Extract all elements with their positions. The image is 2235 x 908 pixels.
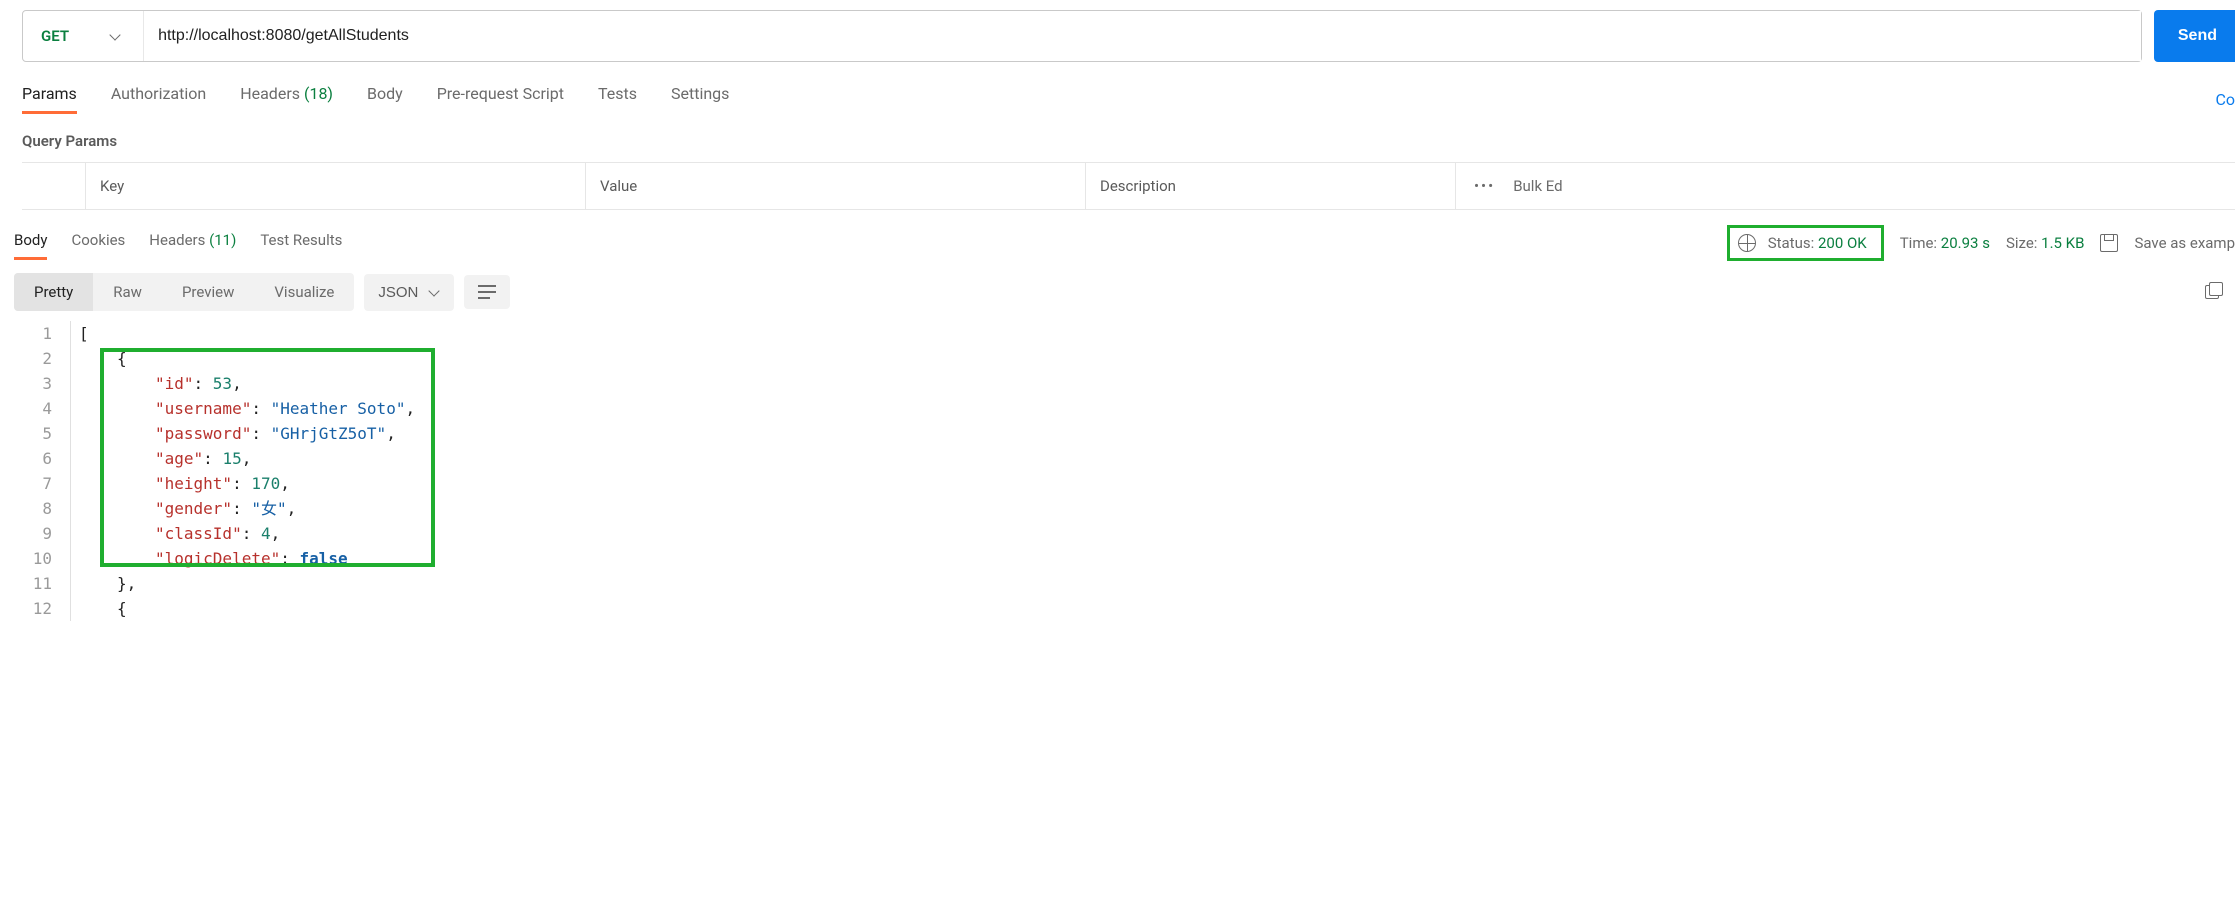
line-number: 10: [14, 546, 70, 571]
tab-params[interactable]: Params: [22, 84, 77, 114]
code-line: 7"height": 170,: [14, 471, 2235, 496]
code-line: 9"classId": 4,: [14, 521, 2235, 546]
line-number: 8: [14, 496, 70, 521]
body-view-controls: Pretty Raw Preview Visualize JSON: [0, 261, 2235, 321]
response-meta: Status: 200 OK Time: 20.93 s Size: 1.5 K…: [1727, 225, 2235, 261]
size-text: Size: 1.5 KB: [2006, 234, 2085, 252]
response-tab-headers[interactable]: Headers (11): [149, 227, 236, 260]
size-value: 1.5 KB: [2041, 234, 2084, 252]
code-line: 4"username": "Heather Soto",: [14, 396, 2235, 421]
view-tab-raw[interactable]: Raw: [93, 273, 162, 311]
tab-headers-count: (18): [304, 84, 333, 103]
send-button[interactable]: Send: [2154, 10, 2235, 62]
line-number: 11: [14, 571, 70, 596]
tab-settings[interactable]: Settings: [671, 84, 729, 114]
wrap-lines-button[interactable]: [464, 275, 510, 309]
query-params-table: Key Value Description ••• Bulk Ed: [22, 162, 2235, 210]
response-tab-testresults[interactable]: Test Results: [260, 227, 342, 260]
more-icon[interactable]: •••: [1474, 177, 1495, 195]
code-line: 12{: [14, 596, 2235, 621]
query-params-check-col: [22, 163, 86, 209]
view-tab-preview[interactable]: Preview: [162, 273, 254, 311]
code-line: 8"gender": "女",: [14, 496, 2235, 521]
line-number: 6: [14, 446, 70, 471]
line-number: 12: [14, 596, 70, 621]
code-content: "gender": "女",: [70, 496, 296, 521]
code-line: 6"age": 15,: [14, 446, 2235, 471]
status-label: Status:: [1768, 234, 1815, 252]
format-label: JSON: [378, 284, 418, 301]
time-text: Time: 20.93 s: [1900, 234, 1990, 252]
url-input[interactable]: [144, 11, 2141, 61]
url-container: GET: [22, 10, 2142, 62]
body-view-tabs: Pretty Raw Preview Visualize: [14, 273, 354, 311]
time-label: Time:: [1900, 234, 1937, 252]
code-content: "height": 170,: [70, 471, 290, 496]
code-line: 2{: [14, 346, 2235, 371]
line-number: 1: [14, 321, 70, 346]
save-icon[interactable]: [2100, 234, 2118, 252]
code-line: 10"logicDelete": false: [14, 546, 2235, 571]
view-tab-visualize[interactable]: Visualize: [254, 273, 354, 311]
tab-headers[interactable]: Headers (18): [240, 84, 333, 114]
query-params-description-header: Description: [1086, 163, 1456, 209]
tab-body[interactable]: Body: [367, 84, 403, 114]
response-tab-headers-count: (11): [209, 231, 236, 249]
format-dropdown[interactable]: JSON: [364, 274, 454, 311]
status-text: Status: 200 OK: [1768, 234, 1867, 252]
code-line: 1[: [14, 321, 2235, 346]
request-bar: GET Send: [0, 10, 2235, 62]
method-dropdown[interactable]: GET: [23, 11, 144, 61]
code-content: [: [70, 321, 89, 346]
size-label: Size:: [2006, 234, 2037, 252]
code-content: "age": 15,: [70, 446, 251, 471]
line-number: 7: [14, 471, 70, 496]
tab-tests[interactable]: Tests: [598, 84, 637, 114]
method-label: GET: [41, 27, 69, 45]
code-content: },: [70, 571, 136, 596]
line-number: 4: [14, 396, 70, 421]
response-tabs: Body Cookies Headers (11) Test Results: [14, 227, 342, 260]
right-action-link[interactable]: Co: [2215, 90, 2235, 109]
globe-icon[interactable]: [1738, 234, 1756, 252]
response-body-code[interactable]: 1[2{3"id": 53,4"username": "Heather Soto…: [0, 321, 2235, 621]
code-content: {: [70, 596, 127, 621]
response-tab-headers-label: Headers: [149, 231, 205, 249]
line-number: 3: [14, 371, 70, 396]
view-tab-pretty[interactable]: Pretty: [14, 273, 93, 311]
status-value: 200 OK: [1818, 234, 1867, 252]
chevron-down-icon: [428, 286, 440, 298]
code-content: "logicDelete": false: [70, 546, 348, 571]
line-number: 5: [14, 421, 70, 446]
line-number: 9: [14, 521, 70, 546]
code-content: "username": "Heather Soto",: [70, 396, 415, 421]
code-content: {: [70, 346, 127, 371]
response-header-row: Body Cookies Headers (11) Test Results S…: [0, 220, 2235, 261]
query-params-key-header: Key: [86, 163, 586, 209]
code-line: 3"id": 53,: [14, 371, 2235, 396]
chevron-down-icon: [109, 30, 121, 42]
save-response-link[interactable]: Save as examp: [2134, 234, 2235, 252]
tab-headers-label: Headers: [240, 84, 300, 103]
status-highlight: Status: 200 OK: [1727, 225, 1884, 261]
wrap-icon: [478, 285, 496, 299]
copy-button[interactable]: [2205, 283, 2219, 301]
code-content: "id": 53,: [70, 371, 242, 396]
bulk-edit-link[interactable]: Bulk Ed: [1513, 177, 1562, 195]
query-params-value-header: Value: [586, 163, 1086, 209]
code-line: 11},: [14, 571, 2235, 596]
line-number: 2: [14, 346, 70, 371]
response-tab-cookies[interactable]: Cookies: [71, 227, 125, 260]
query-params-title: Query Params: [0, 114, 2235, 162]
tab-authorization[interactable]: Authorization: [111, 84, 206, 114]
code-content: "classId": 4,: [70, 521, 280, 546]
query-params-actions: ••• Bulk Ed: [1456, 177, 1571, 195]
time-value: 20.93 s: [1941, 234, 1990, 252]
response-tab-body[interactable]: Body: [14, 227, 47, 260]
code-line: 5"password": "GHrjGtZ5oT",: [14, 421, 2235, 446]
request-tabs: Params Authorization Headers (18) Body P…: [0, 62, 2235, 114]
copy-icon: [2205, 285, 2219, 299]
tab-prerequest[interactable]: Pre-request Script: [437, 84, 564, 114]
code-content: "password": "GHrjGtZ5oT",: [70, 421, 396, 446]
